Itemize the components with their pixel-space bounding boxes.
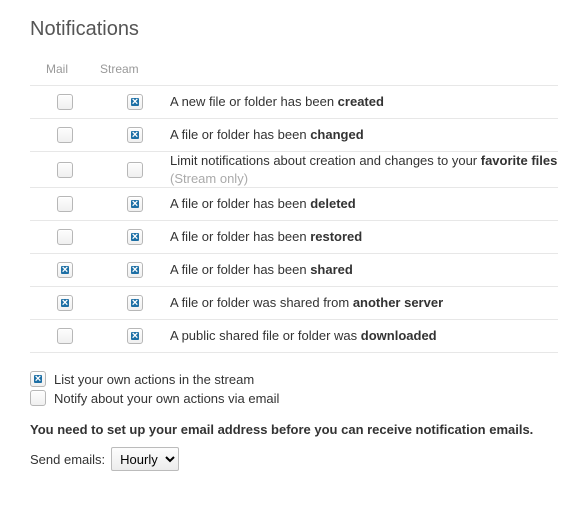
checkbox-mail[interactable]: [57, 127, 73, 143]
label-notify-own-email: Notify about your own actions via email: [54, 391, 279, 406]
checkbox-stream[interactable]: [127, 295, 143, 311]
row-description: A public shared file or folder was downl…: [170, 320, 558, 353]
notifications-table: Mail Stream A new file or folder has bee…: [30, 53, 558, 353]
checkbox-stream[interactable]: [127, 162, 143, 178]
checkbox-mail[interactable]: [57, 94, 73, 110]
col-header-mail: Mail: [30, 53, 100, 86]
table-row: A file or folder has been restored: [30, 221, 558, 254]
col-header-desc: [170, 53, 558, 86]
label-list-own-actions: List your own actions in the stream: [54, 372, 254, 387]
checkbox-notify-own-email[interactable]: [30, 390, 46, 406]
table-row: Limit notifications about creation and c…: [30, 152, 558, 188]
row-description: A file or folder has been changed: [170, 119, 558, 152]
table-row: A file or folder has been shared: [30, 254, 558, 287]
checkbox-stream[interactable]: [127, 262, 143, 278]
send-emails-select[interactable]: Hourly: [111, 447, 179, 471]
checkbox-mail[interactable]: [57, 328, 73, 344]
row-description: Limit notifications about creation and c…: [170, 152, 558, 188]
send-emails-label: Send emails:: [30, 452, 105, 467]
col-header-stream: Stream: [100, 53, 170, 86]
checkbox-mail[interactable]: [57, 295, 73, 311]
page-title: Notifications: [30, 18, 558, 41]
checkbox-mail[interactable]: [57, 196, 73, 212]
table-row: A file or folder has been deleted: [30, 188, 558, 221]
table-row: A file or folder has been changed: [30, 119, 558, 152]
row-description: A file or folder has been restored: [170, 221, 558, 254]
checkbox-stream[interactable]: [127, 229, 143, 245]
row-description: A file or folder has been deleted: [170, 188, 558, 221]
checkbox-mail[interactable]: [57, 229, 73, 245]
row-description: A file or folder has been shared: [170, 254, 558, 287]
email-setup-warning: You need to set up your email address be…: [30, 422, 558, 437]
row-description: A new file or folder has been created: [170, 86, 558, 119]
checkbox-stream[interactable]: [127, 328, 143, 344]
checkbox-stream[interactable]: [127, 94, 143, 110]
checkbox-list-own-actions[interactable]: [30, 371, 46, 387]
checkbox-stream[interactable]: [127, 196, 143, 212]
table-row: A public shared file or folder was downl…: [30, 320, 558, 353]
checkbox-stream[interactable]: [127, 127, 143, 143]
row-description: A file or folder was shared from another…: [170, 287, 558, 320]
checkbox-mail[interactable]: [57, 162, 73, 178]
checkbox-mail[interactable]: [57, 262, 73, 278]
table-row: A file or folder was shared from another…: [30, 287, 558, 320]
table-row: A new file or folder has been created: [30, 86, 558, 119]
